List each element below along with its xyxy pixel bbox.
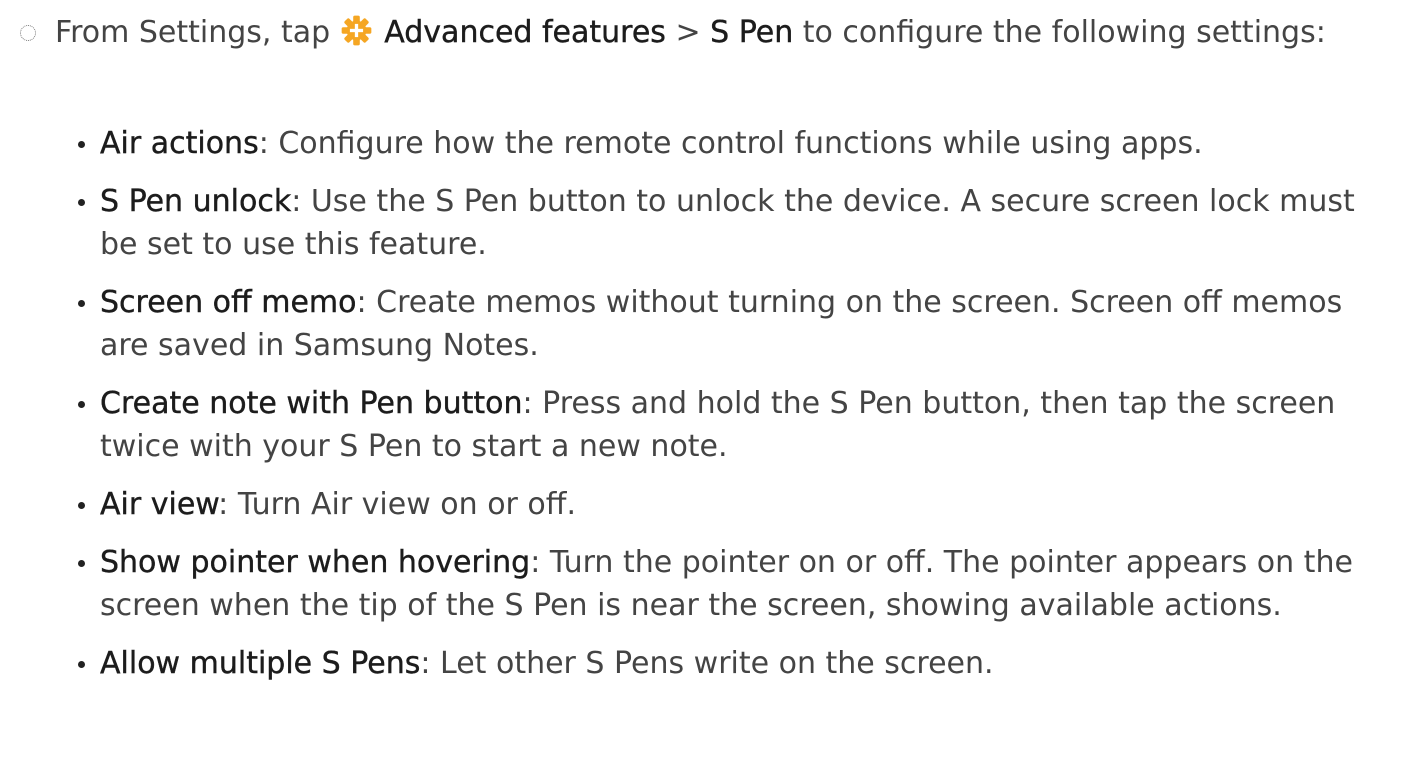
advanced-features-gear-icon [341, 15, 372, 46]
setting-term: Allow multiple S Pens [100, 646, 421, 681]
setting-term: Air view [100, 487, 219, 522]
setting-term: Screen off memo [100, 285, 357, 320]
intro-paragraph: From Settings, tap Advanced features > S… [20, 9, 1390, 56]
setting-description: : Turn Air view on or off. [218, 487, 576, 522]
setting-description: : Configure how the remote control funct… [258, 126, 1203, 161]
setting-term: Create note with Pen button [100, 386, 523, 421]
intro-suffix: to configure the following settings: [793, 15, 1326, 50]
setting-description: : Let other S Pens write on the screen. [420, 646, 994, 681]
intro-prefix: From Settings, tap [55, 15, 340, 50]
list-item: Air view: Turn Air view on or off. [78, 483, 1400, 526]
setting-term: Show pointer when hovering [100, 545, 531, 580]
settings-list: Air actions: Configure how the remote co… [78, 122, 1400, 700]
list-item: Allow multiple S Pens: Let other S Pens … [78, 642, 1400, 685]
path-advanced-features: Advanced features [384, 15, 666, 50]
list-item: Show pointer when hovering: Turn the poi… [78, 541, 1400, 627]
list-item: Air actions: Configure how the remote co… [78, 122, 1400, 165]
list-item: Create note with Pen button: Press and h… [78, 382, 1400, 468]
list-item: Screen off memo: Create memos without tu… [78, 281, 1400, 367]
intro-text: From Settings, tap Advanced features > S… [55, 9, 1390, 56]
path-separator: > [665, 15, 711, 50]
list-item: S Pen unlock: Use the S Pen button to un… [78, 180, 1400, 266]
step-marker-icon [20, 25, 36, 41]
path-s-pen: S Pen [710, 15, 794, 50]
setting-term: S Pen unlock [100, 184, 292, 219]
setting-term: Air actions [100, 126, 259, 161]
